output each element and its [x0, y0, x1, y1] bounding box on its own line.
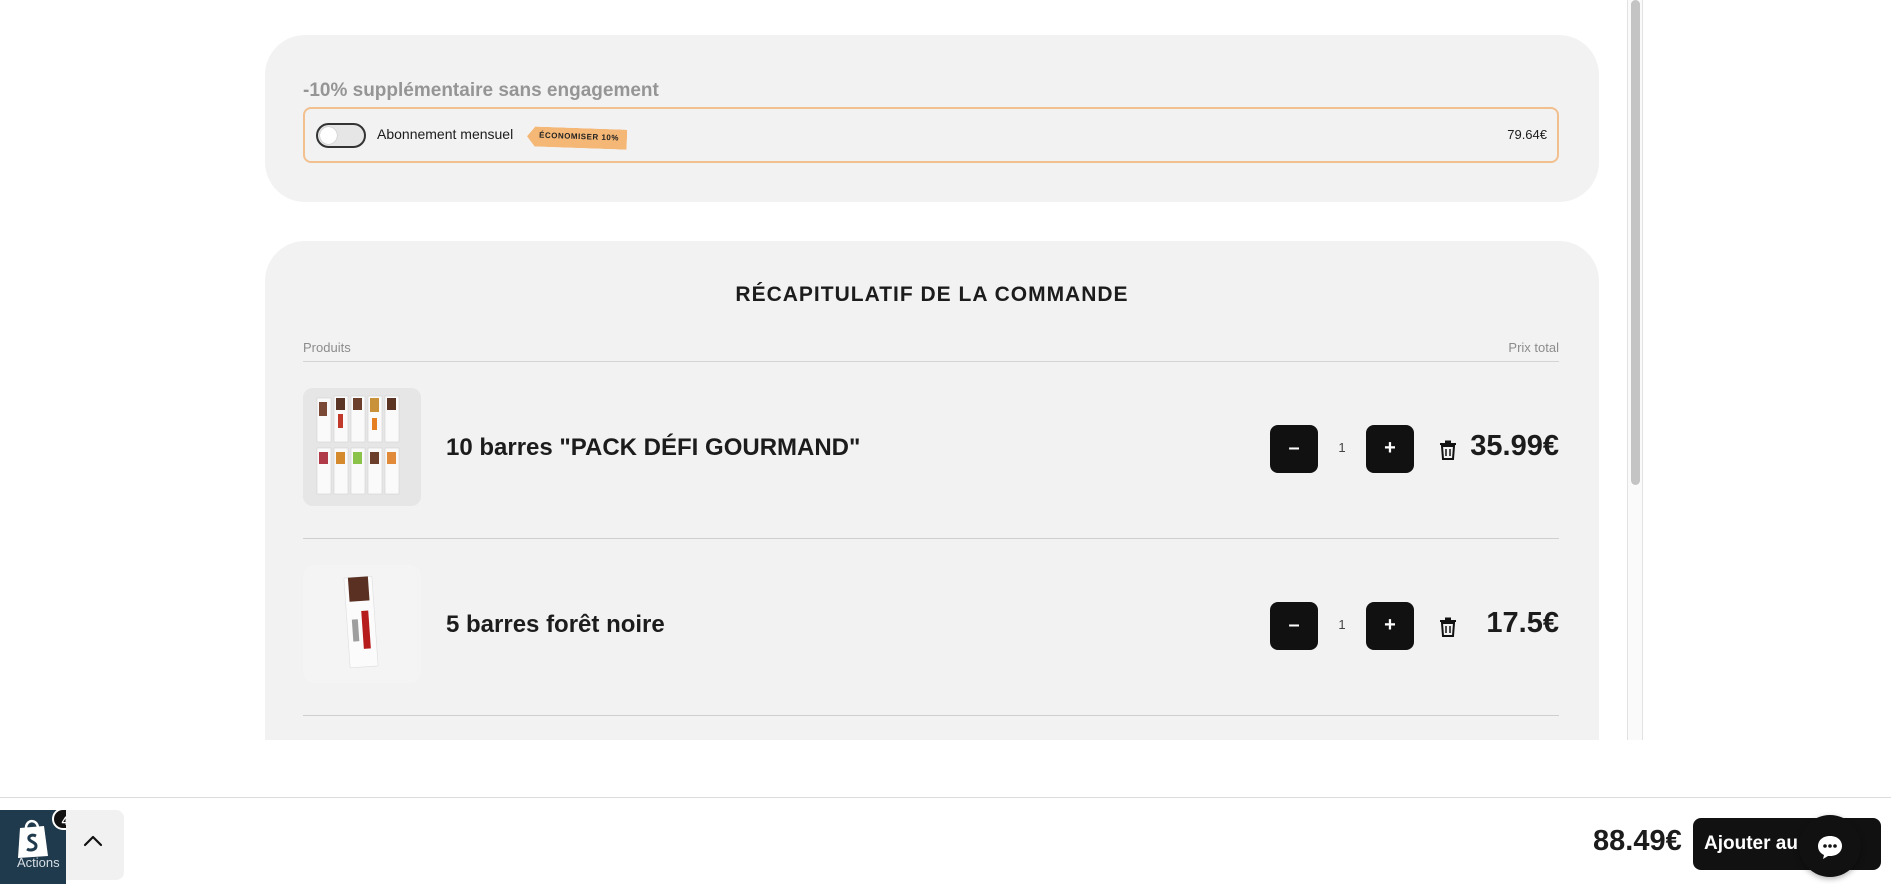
product-price: 17.5€ [1486, 607, 1559, 639]
column-total-price: Prix total [1508, 340, 1559, 355]
column-products: Produits [303, 340, 351, 355]
chevron-up-icon [83, 835, 103, 847]
chat-button[interactable] [1799, 815, 1861, 877]
cart-total: 88.49€ [1593, 825, 1682, 857]
shopify-actions-label: Actions [17, 855, 60, 870]
quantity-value: 1 [1338, 617, 1346, 632]
trash-icon[interactable] [1439, 617, 1457, 637]
collapse-button[interactable] [66, 810, 124, 880]
subscription-title: -10% supplémentaire sans engagement [303, 80, 659, 101]
sticky-cart-bar: Actions 4 88.49€ Ajouter au panier [0, 797, 1891, 884]
product-name[interactable]: 5 barres forêt noire [446, 611, 665, 639]
increase-quantity-button[interactable]: + [1366, 602, 1414, 650]
toggle-knob [320, 127, 337, 144]
subscription-card: -10% supplémentaire sans engagement Abon… [265, 35, 1599, 202]
scrollbar[interactable] [1627, 0, 1643, 740]
product-image[interactable] [303, 565, 421, 683]
product-name[interactable]: 10 barres "PACK DÉFI GOURMAND" [446, 434, 860, 462]
summary-title: RÉCAPITULATIF DE LA COMMANDE [735, 283, 1129, 306]
quantity-value: 1 [1338, 440, 1346, 455]
product-price: 35.99€ [1470, 430, 1559, 462]
cart-item: 10 barres "PACK DÉFI GOURMAND" – 1 + 35.… [303, 362, 1559, 539]
subscription-label: Abonnement mensuel [377, 126, 514, 142]
order-summary-card: RÉCAPITULATIF DE LA COMMANDE Produits Pr… [265, 241, 1599, 740]
cart-item: 5 barres forêt noire – 1 + 17.5€ [303, 539, 1559, 716]
decrease-quantity-button[interactable]: – [1270, 602, 1318, 650]
page-viewport: -10% supplémentaire sans engagement Abon… [0, 0, 1891, 740]
decrease-quantity-button[interactable]: – [1270, 425, 1318, 473]
shopify-bag-icon [18, 819, 48, 858]
chat-icon [1818, 836, 1842, 859]
trash-icon[interactable] [1439, 440, 1457, 460]
increase-quantity-button[interactable]: + [1366, 425, 1414, 473]
scrollbar-thumb[interactable] [1631, 0, 1640, 485]
subscription-option[interactable]: Abonnement mensuel ÉCONOMISER 10% 79.64€ [303, 107, 1559, 163]
subscription-toggle[interactable] [316, 123, 366, 148]
subscription-price: 79.64€ [1507, 127, 1547, 142]
summary-column-headers: Produits Prix total [303, 340, 1559, 362]
product-image[interactable] [303, 388, 421, 506]
savings-tag: ÉCONOMISER 10% [527, 126, 628, 149]
